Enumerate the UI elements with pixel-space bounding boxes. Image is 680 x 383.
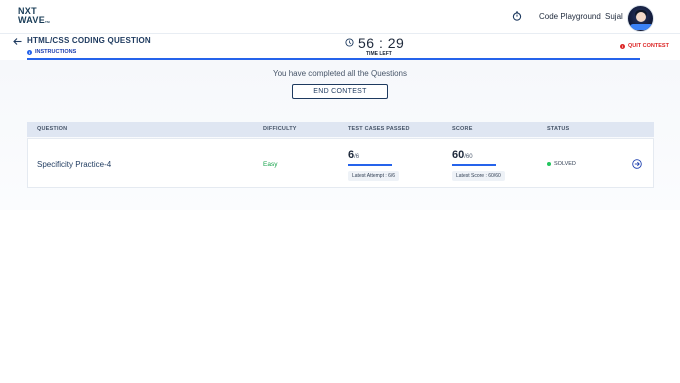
test-cases-progress-bar [348,164,392,166]
info-icon: i [27,49,32,55]
avatar[interactable] [627,5,654,32]
latest-attempt: Latest Attempt : 6/6 [348,171,400,181]
quit-icon: ! [620,43,625,49]
status-label: SOLVED [554,161,576,167]
clock-icon [345,38,354,47]
question-title: HTML/CSS CODING QUESTION [27,36,151,45]
passed-total: /6 [354,154,360,160]
quit-contest-button[interactable]: ! QUIT CONTEST [620,43,669,49]
solved-dot-icon [547,162,551,166]
stopwatch-icon[interactable] [512,11,522,21]
score-value: 60/60 [452,149,473,161]
instructions-label: INSTRUCTIONS [35,49,77,55]
logo-tm: TM [45,20,50,24]
timer-value: 56 : 29 [358,35,405,51]
test-cases-passed: 6/6 [348,149,359,161]
score-progress-bar [452,164,496,166]
column-header-question: QUESTION [37,126,68,132]
latest-score: Latest Score : 60/60 [452,171,505,181]
column-header-test-cases: TEST CASES PASSED [348,126,410,132]
completion-message: You have completed all the Questions [272,69,407,78]
question-name[interactable]: Specificity Practice-4 [37,160,111,169]
score-total: /60 [464,154,473,160]
status-badge: SOLVED [547,161,576,167]
arrow-right-circle-icon[interactable] [632,159,642,169]
logo-line2: WAVE [18,15,46,25]
quit-contest-label: QUIT CONTEST [628,43,669,49]
username: Sujal [605,12,623,21]
code-playground-link[interactable]: Code Playground [539,12,601,21]
column-header-difficulty: DIFFICULTY [263,126,297,132]
instructions-link[interactable]: i INSTRUCTIONS [27,49,76,55]
column-header-status: STATUS [547,126,570,132]
nxtwave-logo[interactable]: NXT WAVETM [18,7,50,27]
timer-label: TIME LEFT [366,51,392,57]
score-count: 60 [452,149,465,161]
difficulty-badge: Easy [263,161,278,168]
back-arrow-icon[interactable] [13,37,22,46]
end-contest-button[interactable]: END CONTEST [292,84,388,99]
column-header-score: SCORE [452,126,473,132]
